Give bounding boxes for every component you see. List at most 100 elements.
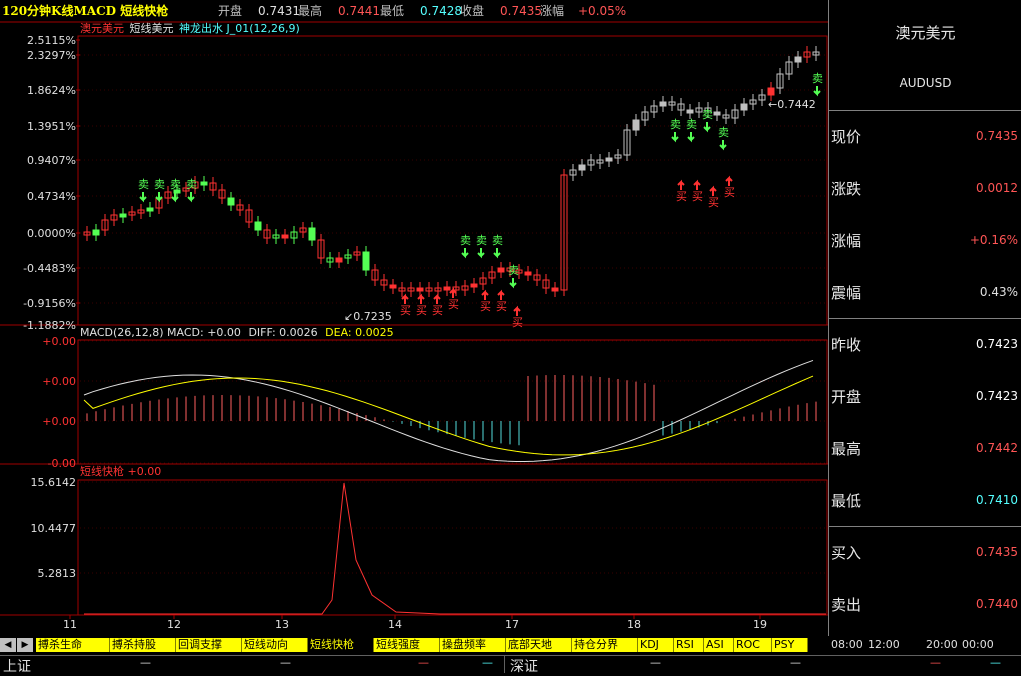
quote-panel: 澳元美元 AUDUSD 现价 0.7435 涨跌 0.0012 涨幅 +0.16% 震幅 0.… bbox=[828, 0, 1021, 636]
sell-arrow-6 bbox=[493, 248, 501, 259]
tab-2[interactable]: 回调支撑 bbox=[176, 638, 242, 652]
buy-arrow-2 bbox=[433, 293, 441, 304]
candle-body-19 bbox=[254, 221, 262, 231]
quote-value-7: 0.7410 bbox=[976, 493, 1018, 507]
candle-body-25 bbox=[308, 227, 316, 241]
sell-signal-2: 卖 bbox=[170, 178, 181, 191]
x-label-3: 14 bbox=[388, 618, 402, 631]
quote-label-1: 涨跌 bbox=[831, 180, 862, 198]
tab-13[interactable]: PSY bbox=[772, 638, 808, 652]
candle-body-37 bbox=[416, 287, 424, 292]
main-y-label-6: 0.0000% bbox=[27, 227, 76, 240]
tab-5[interactable]: 短线强度 bbox=[374, 638, 440, 652]
main-y-label-7: -0.4483% bbox=[23, 262, 76, 275]
candle-body-73 bbox=[740, 103, 748, 111]
x-label-6: 19 bbox=[753, 618, 767, 631]
quote-label-0: 现价 bbox=[831, 128, 862, 146]
x-label-4: 17 bbox=[505, 618, 519, 631]
legend-series-2: 短线美元 bbox=[129, 22, 174, 35]
macd-y-label-3: -0.00 bbox=[48, 457, 76, 470]
sh-dash-2: — bbox=[280, 656, 291, 669]
gun-legend: 短线快枪 +0.00 bbox=[80, 465, 161, 479]
candle-body-79 bbox=[794, 56, 802, 63]
candle-body-4 bbox=[119, 213, 127, 218]
quote-value-5: 0.7423 bbox=[976, 389, 1018, 403]
buy-signal-9: 买 bbox=[708, 196, 719, 209]
buy-arrow-7 bbox=[677, 179, 685, 190]
tab-12[interactable]: ROC bbox=[734, 638, 772, 652]
candle-body-22 bbox=[281, 234, 289, 239]
sz-dash-3: — bbox=[930, 656, 941, 669]
candle-body-67 bbox=[686, 109, 694, 114]
shanghai-index[interactable]: 上证 bbox=[3, 656, 31, 676]
sell-signal-1: 卖 bbox=[154, 178, 165, 191]
tab-8[interactable]: 持仓分界 bbox=[572, 638, 638, 652]
time-mid: 12:00 bbox=[868, 638, 900, 651]
candle-body-52 bbox=[551, 287, 559, 292]
annotation-low: ↙0.7235 bbox=[344, 310, 392, 323]
quote-value-0: 0.7435 bbox=[976, 129, 1018, 143]
buy-signal-2: 买 bbox=[432, 304, 443, 317]
candle-body-28 bbox=[335, 257, 343, 263]
buy-signal-0: 买 bbox=[400, 304, 411, 317]
quote-value-2: +0.16% bbox=[969, 233, 1018, 247]
main-y-label-1: 2.3297% bbox=[27, 49, 76, 62]
shenzhen-index[interactable]: 深证 bbox=[510, 656, 538, 676]
tab-10[interactable]: RSI bbox=[674, 638, 704, 652]
tab-1[interactable]: 搏杀持股 bbox=[110, 638, 176, 652]
tab-11[interactable]: ASI bbox=[704, 638, 734, 652]
tab-4[interactable]: 短线快枪 bbox=[308, 638, 374, 652]
macd-diff: DIFF: 0.0026 bbox=[248, 326, 318, 339]
buy-arrow-5 bbox=[497, 289, 505, 300]
time-start: 08:00 bbox=[831, 638, 863, 651]
buy-signal-3: 买 bbox=[448, 298, 459, 311]
sell-signal-10: 卖 bbox=[702, 108, 713, 121]
sell-signal-9: 卖 bbox=[686, 118, 697, 131]
quote-value-9: 0.7440 bbox=[976, 597, 1018, 611]
sh-dash-4: — bbox=[482, 656, 493, 669]
divider-2 bbox=[829, 318, 1021, 319]
x-label-1: 12 bbox=[167, 618, 181, 631]
tab-7[interactable]: 底部天地 bbox=[506, 638, 572, 652]
sz-dash-4: — bbox=[990, 656, 1001, 669]
candle-body-58 bbox=[605, 157, 613, 162]
scroll-right-button[interactable]: ▶ bbox=[17, 638, 33, 652]
candle-body-61 bbox=[632, 119, 640, 131]
candle-body-49 bbox=[524, 271, 532, 276]
macd-y-label-0: +0.00 bbox=[42, 335, 76, 348]
gun-line bbox=[84, 482, 826, 615]
x-label-5: 18 bbox=[627, 618, 641, 631]
buy-arrow-10 bbox=[725, 175, 733, 186]
divider-3 bbox=[829, 526, 1021, 527]
chart-area[interactable]: 2.5115% 2.3297% 1.8624% 1.3951% 0.9407% 0.473… bbox=[0, 0, 828, 636]
buy-arrow-8 bbox=[693, 179, 701, 190]
time-bar: 08:00 12:00 20:00 00:00 bbox=[828, 638, 1021, 652]
tab-6[interactable]: 操盘频率 bbox=[440, 638, 506, 652]
candle-body-76 bbox=[767, 87, 775, 96]
quote-label-7: 最低 bbox=[831, 492, 862, 510]
sell-signal-7: 卖 bbox=[508, 264, 519, 277]
buy-signal-1: 买 bbox=[416, 304, 427, 317]
quote-value-6: 0.7442 bbox=[976, 441, 1018, 455]
main-y-label-9: -1.1882% bbox=[23, 319, 76, 332]
tab-0[interactable]: 搏杀生命 bbox=[36, 638, 110, 652]
quote-label-2: 涨幅 bbox=[831, 232, 862, 250]
time-end: 20:00 bbox=[926, 638, 958, 651]
macd-title: MACD(26,12,8) MACD: +0.00 bbox=[80, 326, 241, 339]
quote-label-3: 震幅 bbox=[831, 284, 862, 302]
status-bar: 上证 — — — — 深证 — — — — bbox=[0, 655, 1021, 676]
scroll-left-button[interactable]: ◀ bbox=[0, 638, 16, 652]
sell-signal-8: 卖 bbox=[670, 118, 681, 131]
gun-y-label-1: 10.4477 bbox=[31, 522, 77, 535]
candle-body-55 bbox=[578, 164, 586, 171]
candle-body-7 bbox=[146, 207, 154, 212]
candle-body-64 bbox=[659, 101, 667, 107]
main-y-label-4: 0.9407% bbox=[27, 154, 76, 167]
macd-dea: DEA: 0.0025 bbox=[325, 326, 394, 339]
gun-panel-frame bbox=[77, 479, 828, 616]
tab-9[interactable]: KDJ bbox=[638, 638, 674, 652]
macd-dea-line bbox=[83, 375, 814, 456]
tab-3[interactable]: 短线动向 bbox=[242, 638, 308, 652]
macd-panel-frame bbox=[77, 339, 828, 465]
status-divider bbox=[504, 656, 505, 673]
